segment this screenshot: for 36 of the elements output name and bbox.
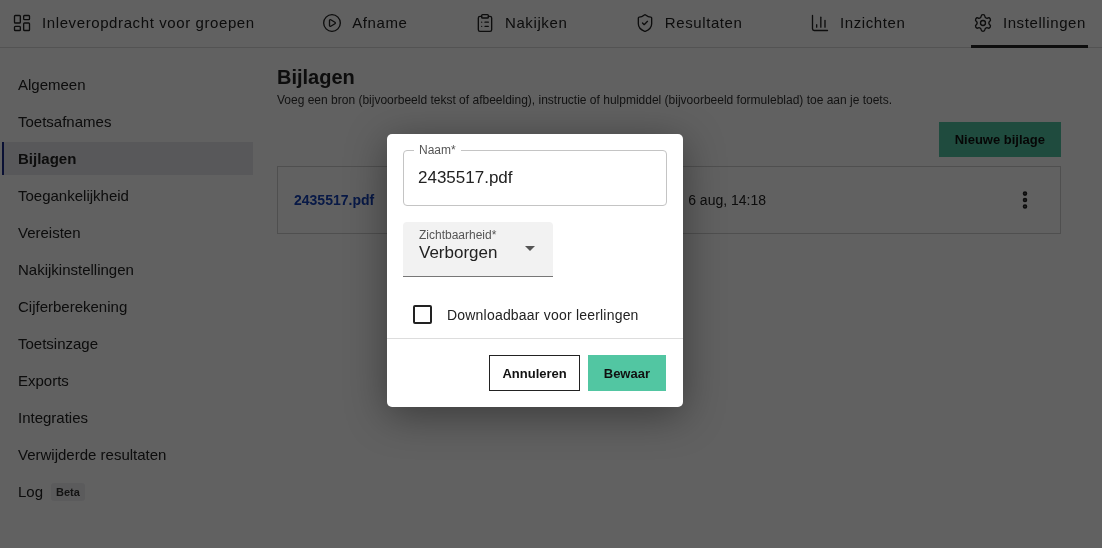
sidebar-item[interactable]: Toetsafnames	[2, 105, 253, 138]
nav-tab[interactable]: Afname	[320, 0, 410, 48]
attachment-link[interactable]: 2435517.pdf	[294, 192, 375, 208]
cancel-button[interactable]: Annuleren	[489, 355, 580, 391]
sidebar-item[interactable]: Log	[18, 483, 44, 500]
sidebar-item[interactable]: Exports	[2, 364, 253, 397]
save-button[interactable]: Bewaar	[587, 355, 666, 391]
caret-icon	[525, 246, 535, 251]
nav-tab[interactable]: Resultaten	[632, 0, 745, 48]
sidebar-item[interactable]: Verwijderde resultaten	[2, 438, 253, 471]
clipboard-icon	[475, 12, 495, 33]
beta-badge: Beta	[51, 482, 85, 501]
dashboard-icon	[12, 12, 32, 33]
page-title: Bijlagen	[277, 66, 356, 89]
sidebar-item[interactable]: Integraties	[2, 401, 253, 434]
nav-tab[interactable]: Instellingen	[970, 0, 1088, 48]
sidebar-item[interactable]: Bijlagen	[2, 142, 253, 175]
checkbox[interactable]	[413, 305, 432, 324]
sidebar-item[interactable]: Cijferberekening	[2, 290, 253, 323]
attachment-date: 6 aug, 14:18	[688, 192, 768, 208]
new-attachment-button[interactable]: Nieuwe bijlage	[938, 122, 1061, 157]
sidebar-item[interactable]: Vereisten	[2, 216, 253, 249]
sidebar-item[interactable]: Algemeen	[2, 68, 253, 101]
visibility-select[interactable]: Zichtbaarheid* Verborgen	[403, 222, 553, 277]
page-description: Voeg een bron (bijvoorbeeld tekst of afbeelding), instructie of hulpmiddel (bijvoorbeeld formuleblad) toe aan je toets.	[277, 93, 894, 107]
nav-tab[interactable]: Nakijken	[473, 0, 570, 48]
checkbox-label: Downloadbaar voor leerlingen	[447, 306, 639, 323]
bar-chart-icon	[810, 12, 830, 33]
sidebar-item[interactable]: Toetsinzage	[2, 327, 253, 360]
nav-tab[interactable]: Inzichten	[808, 0, 908, 48]
nav-tab[interactable]: Inleveropdracht voor groepen	[10, 0, 257, 48]
play-icon	[322, 12, 343, 33]
settings-icon	[972, 12, 993, 33]
sidebar-item[interactable]: Nakijkinstellingen	[2, 253, 253, 286]
field-label: Naam*	[414, 143, 461, 157]
sidebar-item[interactable]: Toegankelijkheid	[2, 179, 253, 212]
